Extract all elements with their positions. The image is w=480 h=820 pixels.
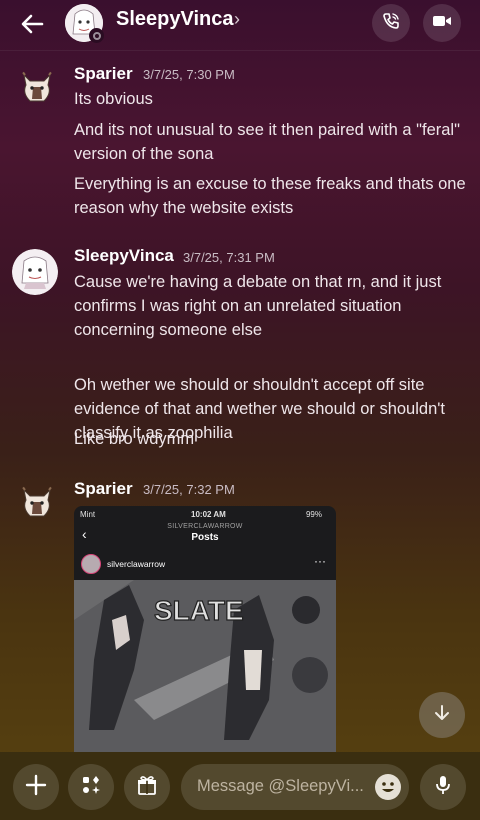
gift-button[interactable] <box>124 764 170 810</box>
post-artwork: SLATE <box>74 580 336 752</box>
art-title-text: SLATE <box>154 595 244 626</box>
back-arrow-icon[interactable] <box>18 10 46 38</box>
ig-screen-title: Posts <box>191 532 219 543</box>
add-attachment-button[interactable] <box>13 764 59 810</box>
plus-icon <box>25 774 47 801</box>
chat-header: SleepyVinca › <box>0 0 480 48</box>
battery-label: 99% <box>305 510 322 519</box>
microphone-icon <box>432 774 454 801</box>
message-text: And its not unusual to see it then paire… <box>74 121 460 163</box>
message-placeholder: Message @SleepyVi... <box>197 777 364 795</box>
video-camera-icon <box>431 11 453 36</box>
status-idle-icon <box>89 28 104 43</box>
voice-message-button[interactable] <box>420 764 466 810</box>
ig-user-avatar <box>81 554 101 574</box>
carrier-label: Mint <box>80 510 96 519</box>
message-author[interactable]: SleepyVinca <box>74 246 174 266</box>
phone-status-bar: Mint 10:02 AM 99% <box>74 506 336 524</box>
composer-bar: Message @SleepyVi... <box>0 752 480 820</box>
message-timestamp: 3/7/25, 7:31 PM <box>183 250 275 265</box>
chevron-right-icon[interactable]: › <box>234 9 240 30</box>
video-call-button[interactable] <box>423 4 461 42</box>
avatar-sleepyvinca[interactable] <box>12 249 58 295</box>
avatar-sparier[interactable] <box>16 67 58 109</box>
scroll-to-bottom-button[interactable] <box>419 692 465 738</box>
message-text: Its obvious <box>74 90 153 108</box>
message-text: Like bro wdymm <box>74 430 195 448</box>
message-input[interactable]: Message @SleepyVi... <box>181 764 409 810</box>
gift-icon <box>136 774 158 801</box>
message-timestamp: 3/7/25, 7:32 PM <box>143 482 235 497</box>
message-text: Cause we're having a debate on that rn, … <box>74 273 442 339</box>
voice-call-button[interactable] <box>372 4 410 42</box>
message-timestamp: 3/7/25, 7:30 PM <box>143 67 235 82</box>
ig-account-caps: SILVERCLAWARROW <box>167 523 243 530</box>
phone-call-icon <box>381 11 401 36</box>
image-attachment[interactable]: Mint 10:02 AM 99% ‹ SILVERCLAWARROW Post… <box>74 506 336 752</box>
emoji-icon[interactable] <box>375 774 401 800</box>
message-author[interactable]: Sparier <box>74 479 133 499</box>
header-username[interactable]: SleepyVinca <box>116 8 233 31</box>
arrow-down-icon <box>432 703 452 728</box>
apps-button[interactable] <box>68 764 114 810</box>
phone-clock: 10:02 AM <box>191 510 226 519</box>
avatar-sparier[interactable] <box>16 482 58 524</box>
message-author[interactable]: Sparier <box>74 64 133 84</box>
apps-icon <box>80 774 102 801</box>
more-dots-icon: ··· <box>314 554 326 568</box>
header-divider <box>0 50 480 51</box>
message-text: Everything is an excuse to these freaks … <box>74 175 466 217</box>
ig-post-username: silverclawarrow <box>107 559 166 569</box>
